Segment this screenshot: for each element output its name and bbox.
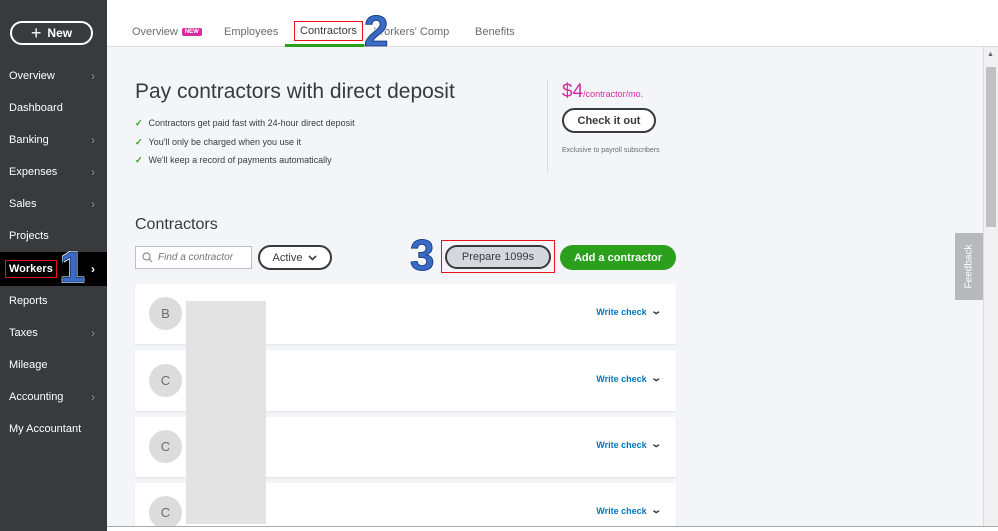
write-check-label: Write check	[596, 505, 647, 516]
checkmark-icon: ✓	[135, 137, 143, 147]
sidebar-item-sales[interactable]: Sales ›	[0, 188, 107, 220]
chevron-down-icon	[308, 254, 318, 261]
check-it-out-button[interactable]: Check it out	[562, 108, 656, 133]
promo-bullet: ✓ You'll only be charged when you use it	[135, 137, 301, 148]
sidebar-item-label: Mileage	[9, 359, 48, 371]
sidebar-item-expenses[interactable]: Expenses ›	[0, 156, 107, 188]
sidebar-item-label: Expenses	[9, 166, 58, 178]
sidebar-item-accounting[interactable]: Accounting ›	[0, 381, 107, 413]
sidebar-item-dashboard[interactable]: Dashboard	[0, 92, 107, 124]
chevron-right-icon: ›	[91, 262, 95, 276]
vertical-scrollbar[interactable]: ▲	[983, 47, 998, 531]
search-input[interactable]	[158, 252, 248, 263]
chevron-down-icon[interactable]: ⌄	[650, 439, 662, 450]
chevron-right-icon: ›	[91, 197, 95, 211]
chevron-right-icon: ›	[91, 326, 95, 340]
promo-note: Exclusive to payroll subscribers	[562, 147, 660, 154]
left-sidebar: + New Overview › Dashboard Banking › Exp…	[0, 0, 107, 531]
annotation-marker-1: 1	[59, 243, 85, 292]
status-filter-dropdown[interactable]: Active	[258, 245, 332, 270]
promo-bullet: ✓ We'll keep a record of payments automat…	[135, 155, 332, 166]
sidebar-item-projects[interactable]: Projects	[0, 220, 107, 252]
tab-employees[interactable]: Employees	[224, 26, 278, 38]
write-check-label: Write check	[596, 306, 647, 317]
sidebar-item-label: Reports	[9, 295, 48, 307]
write-check-link[interactable]: Write check ⌄	[596, 306, 662, 317]
write-check-link[interactable]: Write check ⌄	[596, 505, 662, 516]
sidebar-item-label: My Accountant	[9, 423, 82, 435]
write-check-link[interactable]: Write check ⌄	[596, 439, 662, 450]
annotation-marker-2: 2	[363, 7, 389, 56]
promo-divider	[547, 80, 548, 173]
scrollbar-thumb[interactable]	[986, 67, 996, 227]
sidebar-item-label: Projects	[9, 230, 49, 242]
scroll-up-arrow-icon[interactable]: ▲	[987, 51, 994, 58]
price-unit: /contractor/mo.	[583, 89, 644, 99]
chevron-right-icon: ›	[91, 133, 95, 147]
sidebar-item-label: Taxes	[9, 327, 38, 339]
sidebar-item-taxes[interactable]: Taxes ›	[0, 317, 107, 349]
feedback-label: Feedback	[963, 244, 975, 289]
checkmark-icon: ✓	[135, 118, 143, 128]
promo-title: Pay contractors with direct deposit	[135, 80, 455, 103]
workers-tab-bar	[107, 0, 998, 47]
new-badge: NEW	[181, 28, 202, 37]
sidebar-item-workers[interactable]: Workers ›	[0, 252, 107, 286]
contractors-heading: Contractors	[135, 216, 218, 233]
tab-overview[interactable]: Overview NEW	[132, 26, 202, 38]
active-tab-indicator	[285, 44, 365, 47]
tab-contractors[interactable]: Contractors	[294, 21, 363, 41]
tab-benefits[interactable]: Benefits	[475, 26, 515, 38]
write-check-label: Write check	[596, 373, 647, 384]
price-amount: $4	[562, 81, 584, 102]
avatar: B	[149, 297, 182, 330]
sidebar-item-mileage[interactable]: Mileage	[0, 349, 107, 381]
window-bottom-edge	[107, 526, 998, 531]
sidebar-item-banking[interactable]: Banking ›	[0, 124, 107, 156]
contractor-search[interactable]	[135, 246, 252, 269]
feedback-tab[interactable]: Feedback	[955, 233, 983, 300]
filter-value: Active	[272, 251, 303, 264]
new-button-label: New	[47, 26, 73, 40]
plus-icon: +	[30, 23, 42, 43]
chevron-right-icon: ›	[91, 165, 95, 179]
checkmark-icon: ✓	[135, 155, 143, 165]
redacted-names-overlay	[186, 301, 266, 524]
promo-bullet-text: You'll only be charged when you use it	[148, 137, 302, 147]
sidebar-item-label: Sales	[9, 198, 37, 210]
sidebar-item-label: Workers	[5, 260, 57, 278]
tab-label: Overview	[132, 26, 178, 38]
chevron-down-icon[interactable]: ⌄	[650, 373, 662, 384]
promo-bullet: ✓ Contractors get paid fast with 24-hour …	[135, 118, 355, 129]
sidebar-item-my-accountant[interactable]: My Accountant	[0, 413, 107, 445]
promo-price: $4/contractor/mo.	[562, 81, 643, 103]
search-icon	[142, 252, 153, 263]
promo-bullet-text: We'll keep a record of payments automati…	[148, 155, 332, 165]
sidebar-item-overview[interactable]: Overview ›	[0, 60, 107, 92]
sidebar-item-reports[interactable]: Reports	[0, 285, 107, 317]
sidebar-item-label: Dashboard	[9, 102, 63, 114]
chevron-right-icon: ›	[91, 390, 95, 404]
avatar: C	[149, 430, 182, 463]
promo-bullet-text: Contractors get paid fast with 24-hour d…	[148, 118, 355, 128]
avatar: C	[149, 496, 182, 529]
prepare-1099s-button[interactable]: Prepare 1099s	[445, 245, 551, 269]
sidebar-item-label: Overview	[9, 70, 55, 82]
write-check-label: Write check	[596, 439, 647, 450]
chevron-down-icon[interactable]: ⌄	[650, 306, 662, 317]
avatar: C	[149, 364, 182, 397]
sidebar-item-label: Banking	[9, 134, 49, 146]
write-check-link[interactable]: Write check ⌄	[596, 373, 662, 384]
add-contractor-button[interactable]: Add a contractor	[560, 245, 676, 270]
annotation-marker-3: 3	[409, 231, 435, 280]
chevron-right-icon: ›	[91, 69, 95, 83]
sidebar-item-label: Accounting	[9, 391, 64, 403]
chevron-down-icon[interactable]: ⌄	[650, 505, 662, 516]
new-button[interactable]: + New	[10, 21, 93, 45]
